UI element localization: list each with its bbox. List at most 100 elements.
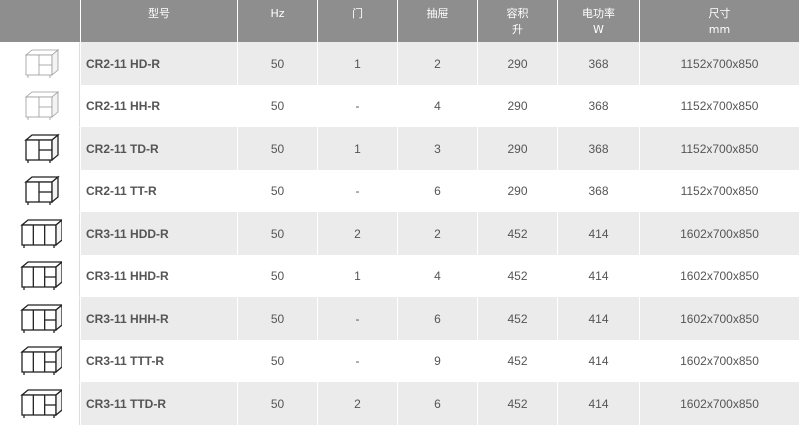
counter-fridge-2-section-drawers-icon <box>24 91 59 120</box>
cell-volume: 452 <box>477 255 557 297</box>
cell-model: CR2-11 TT-R <box>80 170 237 212</box>
cell-hz: 50 <box>237 212 317 255</box>
table-row: CR3-11 TTD-R 50 2 6 452 414 1602x700x850 <box>0 382 799 425</box>
cell-drawer: 6 <box>397 382 477 425</box>
cell-drawer: 4 <box>397 85 477 127</box>
header-hz: Hz <box>237 0 317 42</box>
cell-power: 368 <box>557 42 639 85</box>
cell-hz: 50 <box>237 42 317 85</box>
cell-size: 1602x700x850 <box>639 382 799 425</box>
cell-model: CR2-11 TD-R <box>80 127 237 170</box>
cell-door: - <box>317 297 397 340</box>
product-image-cell <box>0 42 80 85</box>
table-row: CR2-11 TT-R 50-6 290 368 1152x700x850 <box>0 170 799 212</box>
cell-model: CR3-11 TTT-R <box>80 340 237 382</box>
header-size: 尺寸 mm <box>639 0 799 42</box>
table-header: 型号 Hz 门 抽屉 容积升 电功率 W 尺寸 mm <box>0 0 799 42</box>
cell-door: - <box>317 170 397 212</box>
table-row: CR3-11 HHH-R 50-6 452 414 1602x700x850 <box>0 297 799 340</box>
cell-door: 1 <box>317 42 397 85</box>
cell-drawer: 4 <box>397 255 477 297</box>
table-row: CR2-11 HH-R 50-4 290 368 1152x700x850 <box>0 85 799 127</box>
cell-drawer: 6 <box>397 170 477 212</box>
cell-size: 1152x700x850 <box>639 170 799 212</box>
cell-drawer: 3 <box>397 127 477 170</box>
table-row: CR2-11 TD-R 50 1 3 290 368 1152x700x850 <box>0 127 799 170</box>
header-size-unit: mm <box>708 23 731 36</box>
cell-power: 414 <box>557 255 639 297</box>
table-row: CR3-11 HDD-R 50 2 2 452 414 1602x700x850 <box>0 212 799 255</box>
counter-fridge-3-section-drawers-icon <box>19 304 62 333</box>
header-model: 型号 <box>80 0 237 42</box>
product-image-cell <box>0 255 80 297</box>
cell-size: 1602x700x850 <box>639 297 799 340</box>
cell-volume: 452 <box>477 297 557 340</box>
cell-hz: 50 <box>237 297 317 340</box>
cell-door: 1 <box>317 255 397 297</box>
cell-power: 414 <box>557 340 639 382</box>
cell-hz: 50 <box>237 382 317 425</box>
counter-fridge-3-section-doors-icon <box>19 219 62 248</box>
product-image-cell <box>0 340 80 382</box>
cell-hz: 50 <box>237 170 317 212</box>
spec-table: 型号 Hz 门 抽屉 容积升 电功率 W 尺寸 mm CR2-11 HD-R 50 1 2… <box>0 0 799 425</box>
cell-model: CR3-11 HHD-R <box>80 255 237 297</box>
counter-fridge-3-section-door-drawers-icon <box>19 389 62 418</box>
cell-model: CR3-11 TTD-R <box>80 382 237 425</box>
counter-fridge-2-section-door-drawer-icon <box>23 133 60 163</box>
cell-volume: 290 <box>477 170 557 212</box>
product-image-cell <box>0 212 80 255</box>
cell-hz: 50 <box>237 85 317 127</box>
header-power: 电功率 W <box>557 0 639 42</box>
cell-hz: 50 <box>237 127 317 170</box>
cell-drawer: 2 <box>397 42 477 85</box>
cell-hz: 50 <box>237 340 317 382</box>
cell-power: 368 <box>557 170 639 212</box>
product-image-cell <box>0 127 80 170</box>
cell-volume: 452 <box>477 382 557 425</box>
cell-power: 368 <box>557 127 639 170</box>
cell-volume: 290 <box>477 42 557 85</box>
cell-door: 2 <box>317 212 397 255</box>
table-body: CR2-11 HD-R 50 1 2 290 368 1152x700x850 CR2-11 … <box>0 42 799 425</box>
header-power-unit: W <box>593 23 604 36</box>
cell-door: - <box>317 85 397 127</box>
table-row: CR2-11 HD-R 50 1 2 290 368 1152x700x850 <box>0 42 799 85</box>
cell-model: CR3-11 HDD-R <box>80 212 237 255</box>
cell-size: 1602x700x850 <box>639 212 799 255</box>
cell-drawer: 9 <box>397 340 477 382</box>
cell-door: 2 <box>317 382 397 425</box>
product-image-cell <box>0 85 80 127</box>
counter-fridge-2-section-drawers-icon <box>23 175 60 205</box>
cell-power: 414 <box>557 382 639 425</box>
cell-power: 414 <box>557 297 639 340</box>
counter-fridge-3-section-drawers-icon <box>19 346 62 375</box>
header-door: 门 <box>317 0 397 42</box>
cell-size: 1152x700x850 <box>639 42 799 85</box>
cell-drawer: 2 <box>397 212 477 255</box>
header-volume: 容积升 <box>477 0 557 42</box>
cell-door: - <box>317 340 397 382</box>
cell-model: CR2-11 HH-R <box>80 85 237 127</box>
product-image-cell <box>0 170 80 212</box>
counter-fridge-3-section-door-drawers-icon <box>19 261 62 290</box>
table-row: CR3-11 HHD-R 50 1 4 452 414 1602x700x850 <box>0 255 799 297</box>
cell-size: 1152x700x850 <box>639 127 799 170</box>
product-image-cell <box>0 297 80 340</box>
cell-volume: 452 <box>477 340 557 382</box>
cell-volume: 452 <box>477 212 557 255</box>
cell-hz: 50 <box>237 255 317 297</box>
header-drawer: 抽屉 <box>397 0 477 42</box>
cell-volume: 290 <box>477 85 557 127</box>
cell-volume: 290 <box>477 127 557 170</box>
cell-drawer: 6 <box>397 297 477 340</box>
cell-size: 1602x700x850 <box>639 340 799 382</box>
cell-size: 1602x700x850 <box>639 255 799 297</box>
table-row: CR3-11 TTT-R 50-9 452 414 1602x700x850 <box>0 340 799 382</box>
cell-model: CR2-11 HD-R <box>80 42 237 85</box>
cell-size: 1152x700x850 <box>639 85 799 127</box>
header-image <box>0 0 80 42</box>
counter-fridge-2-section-door-drawer-icon <box>24 49 59 78</box>
cell-power: 414 <box>557 212 639 255</box>
cell-model: CR3-11 HHH-R <box>80 297 237 340</box>
